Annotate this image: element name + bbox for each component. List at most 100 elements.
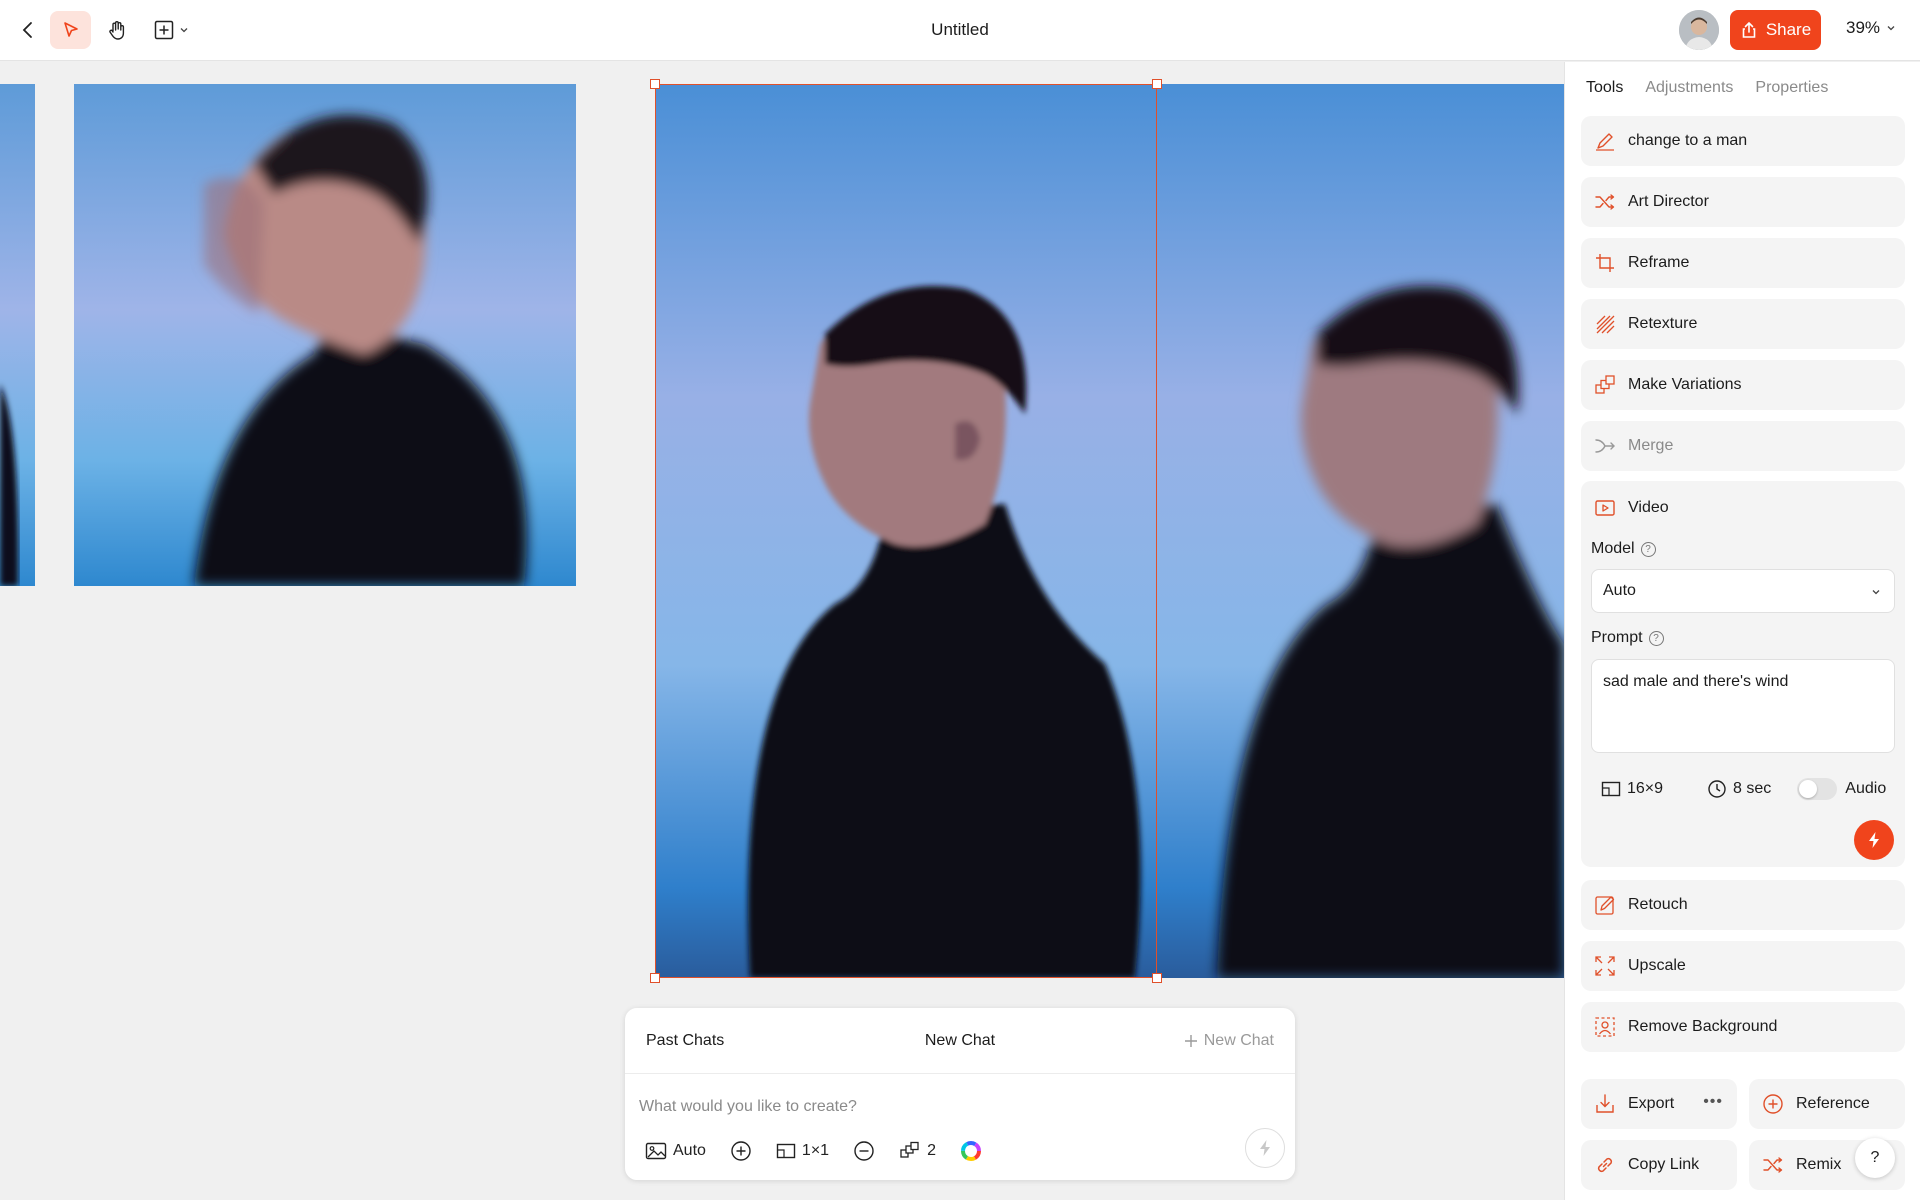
plus-circle-icon [1762,1093,1784,1115]
tool-label: Upscale [1628,957,1686,974]
model-select[interactable]: Auto [1591,569,1895,613]
remix-label: Remix [1796,1156,1842,1173]
tab-adjustments[interactable]: Adjustments [1645,79,1733,97]
video-header[interactable]: Video [1594,497,1669,519]
new-chat-label: New Chat [1203,1032,1274,1049]
canvas-image-right[interactable] [1157,84,1564,978]
shuffle-icon [1762,1154,1784,1176]
help-button[interactable]: ? [1855,1138,1895,1178]
tab-tools[interactable]: Tools [1586,79,1623,97]
shuffle-icon [1594,191,1616,213]
image-count-selector[interactable]: 2 [899,1141,936,1161]
merge-icon [1594,435,1616,457]
hand-tool-button[interactable] [98,11,136,49]
copy-link-button[interactable]: Copy Link [1581,1140,1737,1190]
resize-handle-top-left[interactable] [650,79,660,89]
chat-toolbar: Auto 1×1 2 [645,1136,1006,1166]
chevron-down-icon [180,28,188,33]
chevron-left-icon [22,22,32,38]
tool-retouch[interactable]: Retouch [1581,880,1905,930]
color-picker-button[interactable] [960,1140,982,1162]
aspect-ratio-selector[interactable]: 1×1 [776,1142,829,1160]
tool-make-variations[interactable]: Make Variations [1581,360,1905,410]
duration-selector[interactable]: 8 sec [1707,779,1771,799]
hand-icon [109,21,125,40]
back-button[interactable] [10,12,46,48]
image-count-label: 2 [927,1142,936,1159]
portrait-image [0,84,35,586]
canvas-image-selected[interactable] [655,84,1157,978]
video-icon [1594,497,1616,519]
zoom-dropdown[interactable]: 39% [1846,18,1896,38]
tool-label: Remove Background [1628,1018,1778,1035]
upscale-icon [1594,955,1616,977]
resize-handle-top-right[interactable] [1152,79,1162,89]
avatar[interactable] [1679,10,1719,50]
share-icon [1742,21,1756,38]
right-panel: Tools Adjustments Properties change to a… [1564,62,1920,1200]
plus-icon [1184,1035,1197,1047]
chevron-down-icon [1887,26,1895,31]
mode-selector[interactable]: Auto [645,1141,706,1161]
send-button[interactable] [1245,1128,1285,1168]
resize-handle-bottom-right[interactable] [1152,973,1162,983]
duration-label: 8 sec [1733,780,1772,797]
add-attachment-button[interactable] [730,1140,752,1162]
canvas-image-square[interactable] [74,84,576,586]
lightning-icon [1260,1140,1270,1156]
chat-prompt-input[interactable]: What would you like to create? [639,1098,857,1116]
video-ratio-selector[interactable]: 16×9 [1601,780,1663,798]
tool-art-director[interactable]: Art Director [1581,177,1905,227]
video-label: Video [1628,499,1669,516]
aspect-ratio-icon [1601,781,1621,797]
prompt-textarea[interactable]: sad male and there's wind [1591,659,1895,753]
variations-icon [1594,374,1616,396]
variations-icon [900,1141,919,1158]
panel-tabs: Tools Adjustments Properties [1586,79,1828,97]
avatar-image [1679,10,1719,50]
video-tool-card: Video Model ? Auto Prompt ? sad male and… [1581,481,1905,867]
reference-label: Reference [1796,1095,1870,1112]
audio-toggle-row: Audio [1797,778,1886,800]
tab-properties[interactable]: Properties [1755,79,1828,97]
share-button[interactable]: Share [1730,10,1821,50]
tool-retexture[interactable]: Retexture [1581,299,1905,349]
portrait-image [655,84,1157,978]
tool-remove-background[interactable]: Remove Background [1581,1002,1905,1052]
aspect-ratio-label: 1×1 [801,1142,830,1159]
canvas-image-partial[interactable] [0,84,35,586]
export-button[interactable]: Export ••• [1581,1079,1737,1129]
help-icon[interactable]: ? [1648,630,1664,646]
color-wheel-icon [960,1141,981,1161]
add-frame-button[interactable] [146,11,196,49]
new-chat-button[interactable]: New Chat [1184,1032,1274,1050]
tool-label: change to a man [1628,132,1748,149]
more-options-icon[interactable]: ••• [1703,1093,1723,1111]
past-chats-button[interactable]: Past Chats [646,1032,724,1050]
reference-button[interactable]: Reference [1749,1079,1905,1129]
tool-merge[interactable]: Merge [1581,421,1905,471]
chevron-down-icon [1872,590,1880,595]
top-bar: Untitled Share 39% [0,0,1920,61]
tool-label: Merge [1628,437,1674,454]
tool-reframe[interactable]: Reframe [1581,238,1905,288]
portrait-image [1157,84,1564,978]
select-tool-button[interactable] [50,11,91,49]
help-label: ? [1870,1149,1880,1166]
mode-label: Auto [673,1142,706,1159]
model-label: Model [1591,540,1635,557]
tool-label: Retexture [1628,315,1698,332]
tool-change-to-a-man[interactable]: change to a man [1581,116,1905,166]
tool-label: Reframe [1628,254,1690,271]
audio-toggle[interactable] [1797,778,1838,800]
prompt-label: Prompt [1591,629,1643,646]
resize-handle-bottom-left[interactable] [650,973,660,983]
generate-video-button[interactable] [1854,820,1894,860]
pencil-icon [1594,130,1616,152]
remove-button[interactable] [853,1140,875,1162]
help-icon[interactable]: ? [1640,541,1656,557]
tool-upscale[interactable]: Upscale [1581,941,1905,991]
texture-icon [1594,313,1616,335]
minus-circle-icon [854,1141,874,1161]
tool-label: Retouch [1628,896,1688,913]
